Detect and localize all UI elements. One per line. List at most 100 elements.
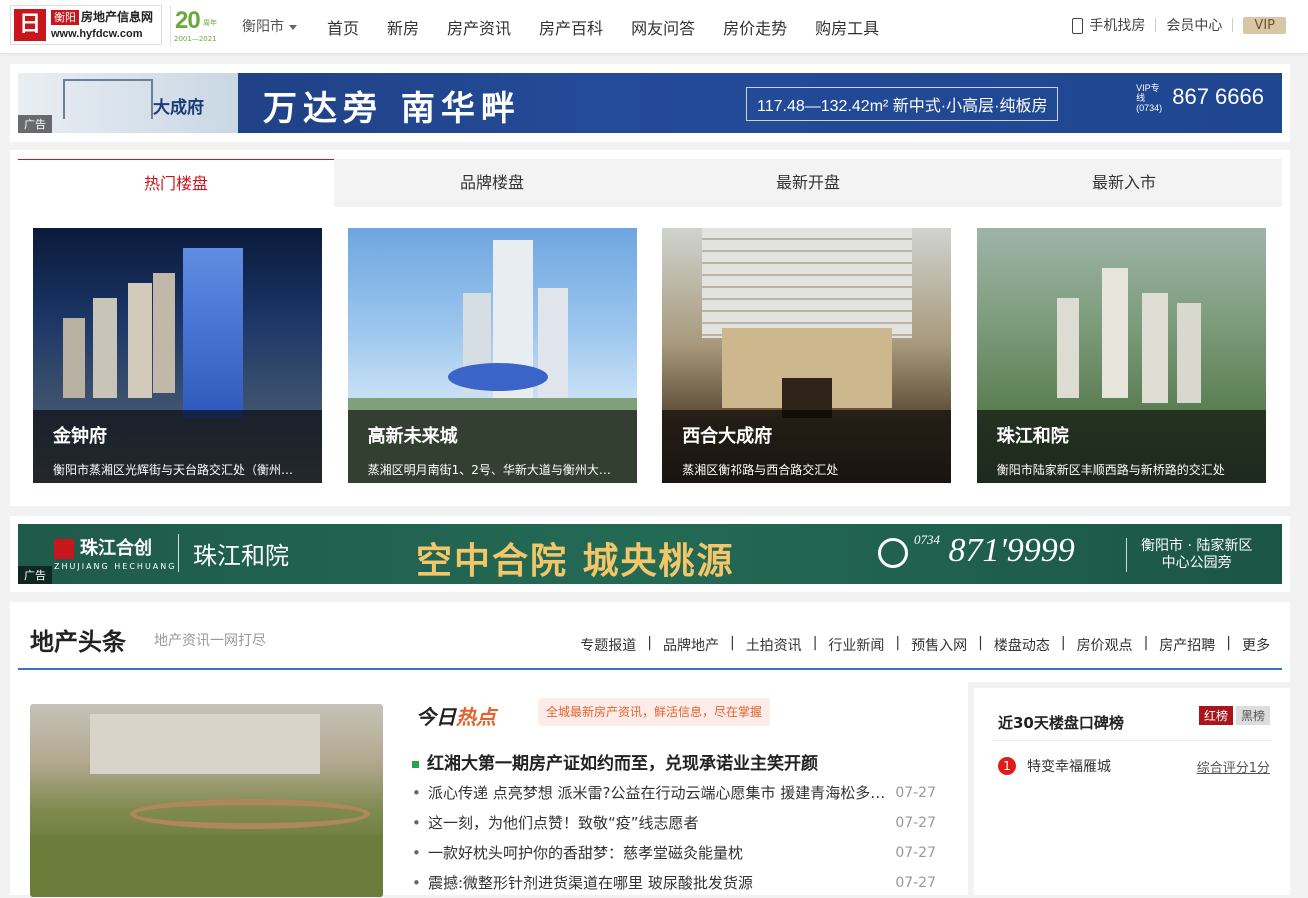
feature-news-image[interactable] [30,704,383,897]
vip-button[interactable]: VIP [1243,16,1286,34]
news-date: 07-27 [895,785,936,801]
top-ad-banner[interactable]: 大成府 万达旁 南华畔 117.48—132.42m² 新中式·小高层·纯板房 … [18,73,1282,133]
property-address: 衡阳市陆家新区丰顺西路与新桥路的交汇处 [996,463,1225,477]
property-card[interactable]: 珠江和院 衡阳市陆家新区丰顺西路与新桥路的交汇处 [976,228,1266,483]
ad-phone-prefix: VIP专线(0734) [1136,83,1163,113]
news-tab-more[interactable]: 更多 [1242,635,1270,655]
mobile-search-link[interactable]: 手机找房 [1089,15,1145,35]
news-tab[interactable]: 土拍资讯 [746,635,802,655]
news-text: 一款好枕头呵护你的香甜梦：慈孝堂磁灸能量枕 [428,844,744,862]
list-item[interactable]: • 震撼:微整形针剂进货渠道在哪里 玻尿酸批发货源 07-27 [412,868,936,898]
logo-url: www.hyfdcw.com [51,28,143,40]
ad-label: 广告 [18,115,52,133]
logo-mark-icon: 日 [14,9,46,41]
list-item[interactable]: • 这一刻，为他们点赞！致敬“疫”线志愿者 07-27 [412,808,936,838]
divider [178,534,179,572]
ad-location-line1: 衡阳市 · 陆家新区 [1141,538,1253,554]
news-tab[interactable]: 专题报道 [580,635,636,655]
news-date: 07-27 [895,845,936,861]
news-tab[interactable]: 房产招聘 [1159,635,1215,655]
mid-ad-banner[interactable]: 珠江合创 ZHUJIANG HECHUANG 珠江和院 空中合院 城央桃源 07… [18,524,1282,584]
property-caption: 珠江和院 衡阳市陆家新区丰顺西路与新桥路的交汇处 [976,410,1266,483]
nav-encyclopedia[interactable]: 房产百科 [539,15,603,39]
news-tab[interactable]: 预售入网 [911,635,967,655]
ranking-tabs: 红榜 黑榜 [1196,706,1270,725]
nav-qa[interactable]: 网友问答 [631,15,695,39]
city-label: 衡阳市 [242,19,284,35]
mobile-phone-icon [1072,18,1084,34]
property-title: 西合大成府 [682,426,773,447]
anniversary-years: 2001—2021 [174,35,217,43]
property-address: 蒸湘区明月南街1、2号、华新大道与衡州大道交汇处 [367,463,617,477]
top-navbar: 日 衡阳 房地产信息网 www.hyfdcw.com 20 周年 2001—20… [0,0,1308,54]
anniversary-number: 20 [175,7,201,34]
news-tab[interactable]: 行业新闻 [828,635,884,655]
news-list: • 派心传递 点亮梦想 派米雷?公益在行动云端心愿集市 援建青海松多小学 07-27… [412,778,936,898]
ad-estate-name: 大成府 [153,98,204,118]
ad-brand-en: ZHUJIANG HECHUANG [54,562,177,571]
property-card[interactable]: 西合大成府 蒸湘区衡祁路与西合路交汇处 [662,228,952,483]
ranking-row[interactable]: 1 特变幸福雁城 综合评分1分 [998,756,1270,776]
phone-circle-icon [878,538,908,569]
rank-number: 1 [998,757,1016,775]
headlines-header: 地产头条 地产资讯一网打尽 专题报道 | 品牌地产 | 土拍资讯 | 行业新闻 | 预售… [18,602,1282,670]
nav-tools[interactable]: 购房工具 [815,15,879,39]
list-item[interactable]: • 一款好枕头呵护你的香甜梦：慈孝堂磁灸能量枕 07-27 [412,838,936,868]
property-title: 金钟府 [53,426,107,447]
gate-icon [63,79,153,119]
property-title: 高新未来城 [367,426,458,447]
nav-home[interactable]: 首页 [327,15,359,39]
member-center-link[interactable]: 会员中心 [1166,15,1222,35]
ranking-box: 近30天楼盘口碑榜 红榜 黑榜 1 特变幸福雁城 综合评分1分 [968,682,1290,895]
site-logo[interactable]: 日 衡阳 房地产信息网 www.hyfdcw.com [10,5,162,45]
divider [1155,18,1157,32]
lead-headline[interactable]: 红湘大第一期房产证如约而至，兑现承诺业主笑开颜 [412,749,818,774]
news-tab[interactable]: 房价观点 [1077,635,1133,655]
hot-tip: 全城最新房产资讯，鲜活信息，尽在掌握 [538,698,771,726]
section-subtitle: 地产资讯一网打尽 [154,633,266,649]
list-item[interactable]: • 派心传递 点亮梦想 派米雷?公益在行动云端心愿集市 援建青海松多小学 07-27 [412,778,936,808]
main-nav: 首页 新房 房产资讯 房产百科 网友问答 房价走势 购房工具 [313,15,893,39]
ad-spec: 117.48—132.42m² 新中式·小高层·纯板房 [746,87,1059,121]
chevron-down-icon [289,24,297,30]
news-tab[interactable]: 楼盘动态 [994,635,1050,655]
tab-hot[interactable]: 热门楼盘 [18,159,334,207]
news-text: 震撼:微整形针剂进货渠道在哪里 玻尿酸批发货源 [428,874,753,892]
tab-new-listing[interactable]: 最新入市 [966,159,1282,207]
property-cards: 金钟府 衡阳市蒸湘区光辉街与天台路交汇处（衡州大道旁） 高新未来城 蒸湘区明月南… [33,228,1266,483]
brand-logo-icon [54,539,74,559]
tab-new-opening[interactable]: 最新开盘 [650,159,966,207]
rank-score-link[interactable]: 综合评分1分 [1197,757,1270,776]
ad-headline: 空中合院 城央桃源 [416,540,735,582]
ad-phone-number: 871'9999 [948,532,1075,569]
section-title: 地产头条 [30,628,126,656]
hot-title-b: 热点 [456,705,496,729]
ad-brand-name: 珠江合创 [80,538,152,559]
nav-new-homes[interactable]: 新房 [387,15,419,39]
property-card[interactable]: 金钟府 衡阳市蒸湘区光辉街与天台路交汇处（衡州大道旁） [33,228,322,483]
tab-black-list[interactable]: 黑榜 [1235,706,1270,725]
property-address: 衡阳市蒸湘区光辉街与天台路交汇处（衡州大道旁） [53,463,302,477]
ranking-title: 近30天楼盘口碑榜 [998,714,1124,732]
hot-title-a: 今日 [416,705,456,729]
news-category-nav: 专题报道 | 品牌地产 | 土拍资讯 | 行业新闻 | 预售入网 | 楼盘动态 | 房价观点… [580,635,1270,655]
property-caption: 金钟府 衡阳市蒸湘区光辉街与天台路交汇处（衡州大道旁） [33,410,322,483]
divider [992,740,1272,741]
divider [1232,18,1234,32]
property-card[interactable]: 高新未来城 蒸湘区明月南街1、2号、华新大道与衡州大道交汇处 [347,228,637,483]
tab-brand[interactable]: 品牌楼盘 [334,159,650,207]
nav-price-trend[interactable]: 房价走势 [723,15,787,39]
tab-red-list[interactable]: 红榜 [1198,706,1233,725]
city-selector[interactable]: 衡阳市 [242,16,297,36]
property-tabs: 热门楼盘 品牌楼盘 最新开盘 最新入市 [18,159,1282,207]
user-nav: 手机找房 会员中心 VIP [1072,15,1286,35]
news-tab[interactable]: 品牌地产 [663,635,719,655]
nav-news[interactable]: 房产资讯 [447,15,511,39]
ad-phone: VIP专线(0734) 867 6666 [1136,83,1264,113]
news-text: 派心传递 点亮梦想 派米雷?公益在行动云端心愿集市 援建青海松多小学 [428,784,896,802]
anniversary-unit: 周年 [203,19,217,27]
ad-phone: 0734 871'9999 [878,532,1075,570]
rank-property-name: 特变幸福雁城 [1027,759,1111,775]
anniversary-badge: 20 周年 2001—2021 [170,5,230,45]
logo-city: 衡阳 [51,10,79,25]
